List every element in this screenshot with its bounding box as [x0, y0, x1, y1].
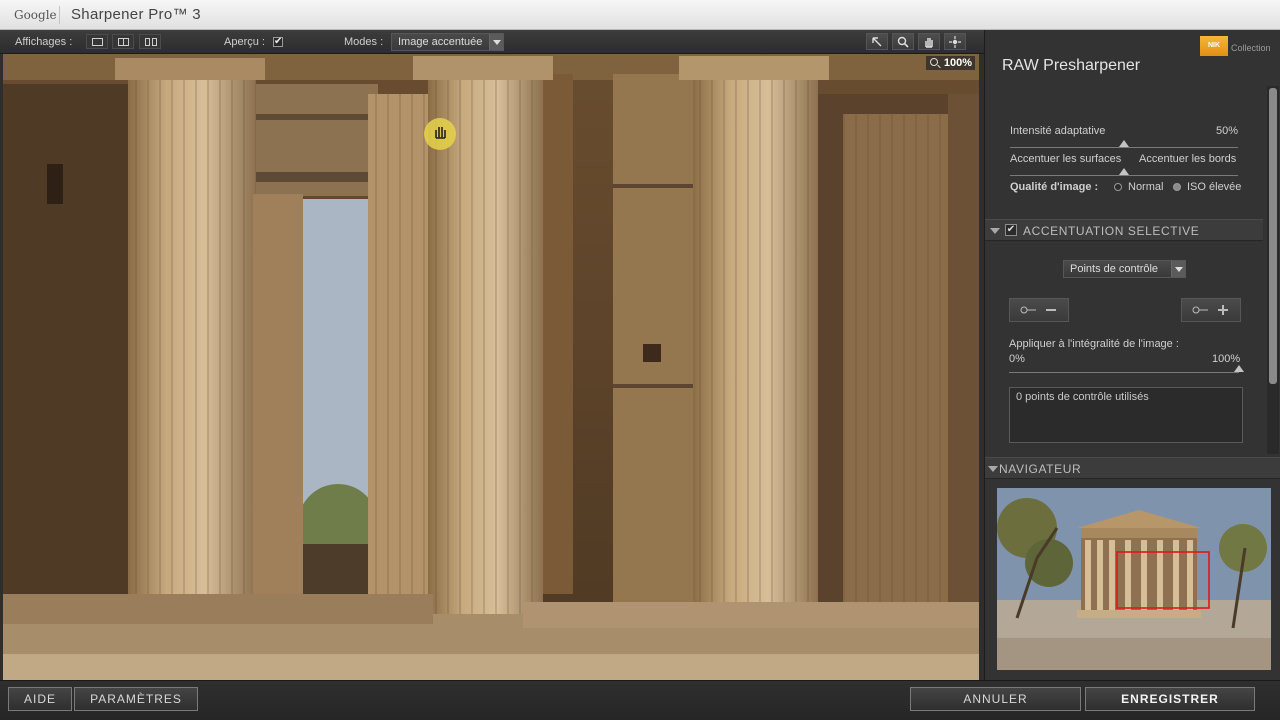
sharpener-pro-window: Google Sharpener Pro™ 3 Affichages : Ape… — [0, 0, 1280, 720]
selective-sharpening-title: ACCENTUATION SELECTIVE — [1023, 224, 1200, 238]
quality-normal-radio[interactable] — [1114, 183, 1122, 191]
preview-label: Aperçu : — [224, 36, 265, 48]
sharpen-surfaces-label: Accentuer les surfaces — [1010, 153, 1122, 165]
mode-select[interactable]: Image accentuée — [391, 33, 504, 51]
panel-scrollbar[interactable] — [1267, 86, 1279, 454]
views-label: Affichages : — [15, 36, 73, 48]
settings-button[interactable]: PARAMÈTRES — [74, 687, 198, 711]
zoom-magnifier-icon — [929, 58, 938, 66]
selective-sharpening-checkbox[interactable]: ✔ — [1005, 224, 1017, 236]
loupe-icon — [949, 36, 961, 48]
help-button[interactable]: AIDE — [8, 687, 72, 711]
control-points-count: 0 points de contrôle utilisés — [1009, 387, 1243, 443]
positive-control-point-icon — [1192, 305, 1228, 315]
zoom-value: 100% — [943, 57, 972, 69]
arrow-pointer-icon — [872, 37, 882, 47]
nik-collection-label: Collection — [1231, 43, 1271, 53]
add-control-point-button[interactable] — [1181, 298, 1241, 322]
cancel-button[interactable]: ANNULER — [910, 687, 1081, 711]
quality-high-iso-radio[interactable] — [1173, 183, 1181, 191]
nik-logo: NIK — [1200, 36, 1228, 56]
image-quality-label: Qualité d'image : — [1010, 181, 1099, 193]
zoom-indicator: 100% — [925, 56, 975, 70]
apply-whole-image-track[interactable] — [1009, 372, 1239, 373]
surfaces-edges-track[interactable] — [1010, 175, 1238, 176]
hand-icon — [925, 38, 933, 48]
modes-label: Modes : — [344, 36, 384, 48]
control-points-select[interactable]: Points de contrôle — [1063, 260, 1186, 278]
adaptive-intensity-thumb[interactable] — [1119, 140, 1129, 147]
apply-whole-image-thumb[interactable] — [1234, 365, 1244, 372]
settings-panel: NIK Collection RAW Presharpener Intensit… — [984, 30, 1280, 680]
adaptive-intensity-track[interactable] — [1010, 147, 1238, 148]
navigator-title: NAVIGATEUR — [999, 462, 1082, 476]
panel-scrollbar-thumb[interactable] — [1269, 88, 1277, 384]
navigator-thumbnail[interactable] — [997, 488, 1271, 670]
bottom-bar: AIDE PARAMÈTRES ANNULER ENREGISTRER — [0, 680, 1280, 720]
split-view-icon — [118, 38, 129, 46]
quality-normal-label: Normal — [1128, 181, 1164, 193]
magnifier-icon — [897, 36, 909, 48]
save-button[interactable]: ENREGISTRER — [1085, 687, 1255, 711]
chevron-down-icon — [489, 34, 503, 50]
mode-select-value: Image accentuée — [398, 36, 483, 48]
remove-control-point-button[interactable] — [1009, 298, 1069, 322]
temple-photo — [3, 54, 979, 680]
side-by-side-icon-right — [152, 38, 157, 46]
apply-min-value: 0% — [1009, 353, 1025, 365]
zoom-tool-button[interactable] — [892, 33, 914, 50]
adaptive-intensity-value: 50% — [1216, 125, 1239, 137]
arrow-tool-button[interactable] — [866, 33, 888, 50]
quality-high-iso-label: ISO élevée — [1187, 181, 1242, 193]
image-preview[interactable]: 100% — [3, 54, 979, 680]
loupe-tool-button[interactable] — [944, 33, 966, 50]
side-by-side-icon — [145, 38, 150, 46]
adaptive-intensity-label: Intensité adaptative — [1010, 125, 1106, 137]
single-view-icon — [92, 38, 103, 46]
hand-tool-button[interactable] — [918, 33, 940, 50]
toolbar: Affichages : Aperçu : ✔ Modes : Image ac… — [0, 30, 984, 54]
control-points-select-value: Points de contrôle — [1070, 263, 1159, 275]
navigator-header[interactable]: NAVIGATEUR — [985, 457, 1280, 479]
collapse-triangle-icon — [990, 228, 1000, 234]
navigator-image — [997, 488, 1271, 670]
sharpen-edges-label: Accentuer les bords — [1139, 153, 1237, 165]
preview-checkbox[interactable]: ✔ — [273, 37, 283, 47]
filter-title: RAW Presharpener — [1002, 57, 1141, 74]
side-by-side-view-button[interactable] — [139, 34, 161, 49]
apply-whole-image-label: Appliquer à l'intégralité de l'image : — [1009, 338, 1179, 350]
apply-max-value: 100% — [1212, 353, 1241, 365]
app-title: Sharpener Pro™ 3 — [71, 6, 201, 23]
google-brand: Google — [14, 8, 57, 22]
negative-control-point-icon — [1020, 306, 1056, 314]
title-bar: Google Sharpener Pro™ 3 — [0, 0, 1280, 30]
surfaces-edges-thumb[interactable] — [1119, 168, 1129, 175]
selective-sharpening-header[interactable]: ✔ ACCENTUATION SELECTIVE — [985, 219, 1263, 241]
title-divider — [59, 6, 60, 24]
single-view-button[interactable] — [86, 34, 108, 49]
split-view-button[interactable] — [112, 34, 134, 49]
chevron-down-icon — [1171, 261, 1185, 277]
collapse-triangle-icon — [988, 466, 998, 472]
